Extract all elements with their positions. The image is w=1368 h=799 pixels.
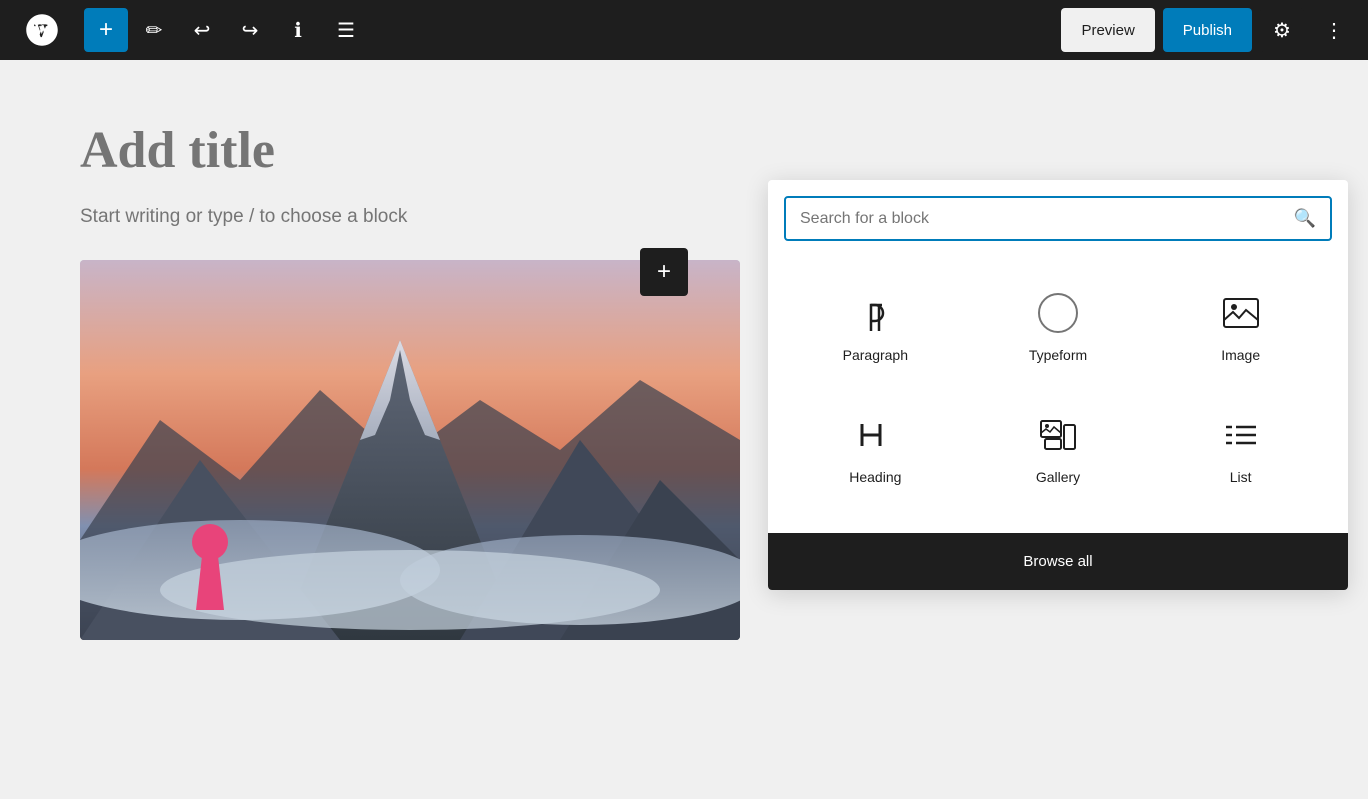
- plus-icon: +: [99, 16, 113, 44]
- block-item-heading[interactable]: Heading: [784, 387, 967, 509]
- toolbar: W + ✏ ↩ ↪ ℹ ☰ Preview Publish ⚙ ⋮: [0, 0, 1368, 60]
- main-area: Add title Start writing or type / to cho…: [0, 60, 1368, 799]
- preview-button[interactable]: Preview: [1061, 8, 1154, 52]
- paragraph-label: Paragraph: [843, 347, 908, 363]
- gallery-label: Gallery: [1036, 469, 1080, 485]
- heading-label: Heading: [849, 469, 901, 485]
- blocks-grid: Paragraph Typeform Image: [768, 241, 1348, 525]
- redo-icon: ↪: [242, 18, 259, 43]
- more-options-button[interactable]: ⋮: [1312, 8, 1356, 52]
- block-item-typeform[interactable]: Typeform: [967, 265, 1150, 387]
- heading-icon: [851, 411, 899, 459]
- paragraph-icon: [851, 289, 899, 337]
- typeform-label: Typeform: [1029, 347, 1087, 363]
- list-label: List: [1230, 469, 1252, 485]
- wp-logo[interactable]: W: [12, 0, 72, 60]
- typeform-icon: [1034, 289, 1082, 337]
- toolbar-right: Preview Publish ⚙ ⋮: [1061, 8, 1356, 52]
- search-icon: 🔍: [1294, 208, 1316, 229]
- settings-icon: ⚙: [1273, 18, 1291, 43]
- list-icon: [1217, 411, 1265, 459]
- plus-icon: +: [657, 258, 671, 286]
- edit-button[interactable]: ✏: [132, 8, 176, 52]
- info-button[interactable]: ℹ: [276, 8, 320, 52]
- block-item-gallery[interactable]: Gallery: [967, 387, 1150, 509]
- more-options-icon: ⋮: [1324, 18, 1344, 43]
- search-box: 🔍: [784, 196, 1332, 241]
- image-icon: [1217, 289, 1265, 337]
- block-search-input[interactable]: [800, 210, 1284, 228]
- svg-text:W: W: [34, 22, 50, 39]
- post-title[interactable]: Add title: [80, 120, 1288, 182]
- block-item-paragraph[interactable]: Paragraph: [784, 265, 967, 387]
- add-block-toolbar-button[interactable]: +: [84, 8, 128, 52]
- list-view-button[interactable]: ☰: [324, 8, 368, 52]
- add-block-button[interactable]: +: [640, 248, 688, 296]
- block-item-list[interactable]: List: [1149, 387, 1332, 509]
- block-item-image[interactable]: Image: [1149, 265, 1332, 387]
- info-icon: ℹ: [294, 18, 302, 43]
- undo-button[interactable]: ↩: [180, 8, 224, 52]
- image-label: Image: [1221, 347, 1260, 363]
- undo-icon: ↩: [194, 18, 211, 43]
- block-inserter-panel: 🔍 Paragraph Typeform: [768, 180, 1348, 590]
- redo-button[interactable]: ↪: [228, 8, 272, 52]
- settings-button[interactable]: ⚙: [1260, 8, 1304, 52]
- browse-all-button[interactable]: Browse all: [768, 533, 1348, 590]
- image-block: [80, 260, 740, 640]
- search-area: 🔍: [768, 180, 1348, 241]
- list-view-icon: ☰: [337, 18, 355, 43]
- publish-button[interactable]: Publish: [1163, 8, 1252, 52]
- edit-icon: ✏: [146, 18, 163, 43]
- gallery-icon: [1034, 411, 1082, 459]
